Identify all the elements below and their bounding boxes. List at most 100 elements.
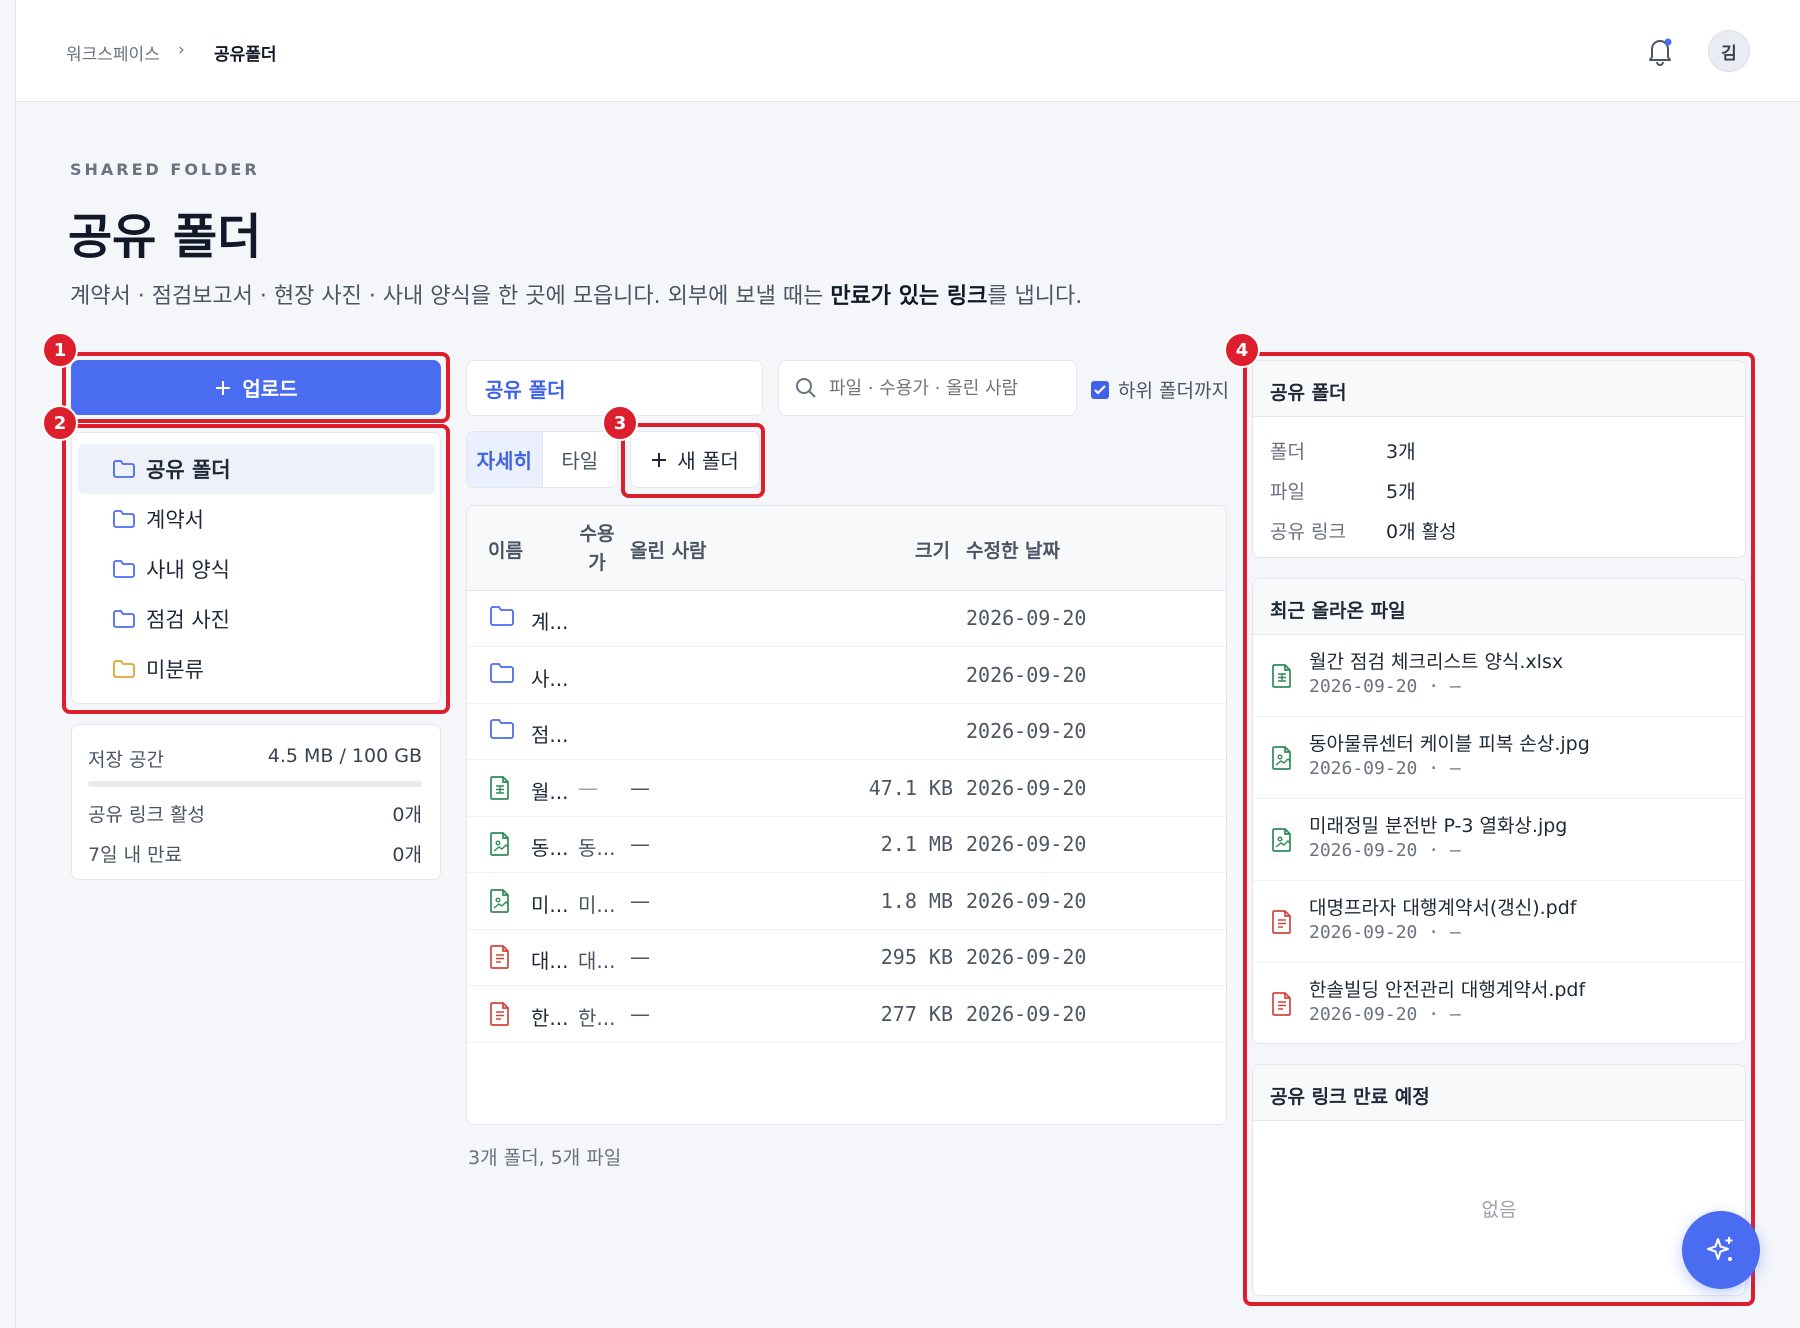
recent-file-item[interactable]: 미래정밀 분전반 P-3 열화상.jpg 2026-09-20 · — xyxy=(1253,799,1745,881)
new-folder-button[interactable]: 새 폴더 xyxy=(630,431,760,488)
include-subfolders-label: 하위 폴더까지 xyxy=(1118,380,1229,402)
new-folder-label: 새 폴더 xyxy=(677,449,739,473)
row-client: 대... xyxy=(578,949,616,973)
active-links-row: 공유 링크 활성 0개 xyxy=(88,800,422,827)
plus-icon xyxy=(216,380,231,395)
view-tile-tab[interactable]: 타일 xyxy=(543,432,618,487)
row-date: 2026-09-20 xyxy=(966,888,1087,913)
folder-icon xyxy=(113,660,135,678)
recent-file-item[interactable]: 한솔빌딩 안전관리 대행계약서.pdf 2026-09-20 · — xyxy=(1253,963,1745,1043)
recent-file-meta: 2026-09-20 · — xyxy=(1309,840,1461,861)
recent-files-title: 최근 올라온 파일 xyxy=(1253,579,1745,635)
row-name: 사... xyxy=(531,666,569,691)
row-date: 2026-09-20 xyxy=(966,662,1087,687)
recent-file-item[interactable]: 동아물류센터 케이블 피복 손상.jpg 2026-09-20 · — xyxy=(1253,717,1745,799)
row-date: 2026-09-20 xyxy=(966,606,1087,630)
breadcrumb-separator: › xyxy=(178,40,185,60)
row-uploader: — xyxy=(630,1001,650,1026)
checkbox-checked-icon[interactable] xyxy=(1090,380,1110,400)
folder-item-photos[interactable]: 점검 사진 xyxy=(78,594,435,644)
table-row[interactable]: 월... — — 47.1 KB 2026-09-20 xyxy=(467,761,1226,817)
folder-info-title: 공유 폴더 xyxy=(1253,361,1745,417)
table-row[interactable]: 한... 한... — 277 KB 2026-09-20 xyxy=(467,987,1226,1043)
folder-item-unsorted[interactable]: 미분류 xyxy=(78,644,435,694)
row-uploader: — xyxy=(630,775,650,800)
column-header-size[interactable]: 크기 xyxy=(915,536,950,563)
storage-row: 저장 공간 4.5 MB / 100 GB xyxy=(88,745,422,772)
view-toggle: 자세히 타일 xyxy=(466,431,618,488)
pdf-file-icon xyxy=(1272,992,1291,1016)
table-header: 이름 수용가 올린 사람 크기 수정한 날짜 xyxy=(467,506,1226,591)
recent-file-item[interactable]: 대명프라자 대행계약서(갱신).pdf 2026-09-20 · — xyxy=(1253,881,1745,963)
table-row[interactable]: 계... 2026-09-20 xyxy=(467,591,1226,647)
table-row[interactable]: 동... 동... — 2.1 MB 2026-09-20 xyxy=(467,817,1226,873)
row-size: 1.8 MB xyxy=(880,888,953,913)
column-header-client[interactable]: 수용가 xyxy=(578,520,616,578)
image-file-icon xyxy=(490,888,509,913)
row-uploader: — xyxy=(630,832,650,856)
table-row[interactable]: 사... 2026-09-20 xyxy=(467,648,1226,704)
recent-file-name: 한솔빌딩 안전관리 대행계약서.pdf xyxy=(1309,979,1586,1001)
page-title: 공유 폴더 xyxy=(68,209,262,265)
annotation-badge-4: 4 xyxy=(1224,332,1260,368)
expiring-links-card: 공유 링크 만료 예정 없음 xyxy=(1252,1064,1746,1296)
sparkle-icon xyxy=(1707,1237,1733,1261)
expiring-value: 0개 xyxy=(392,844,422,866)
description-bold: 만료가 있는 링크 xyxy=(830,284,988,309)
image-file-icon xyxy=(1272,828,1291,852)
search-field[interactable] xyxy=(778,360,1077,416)
table-row[interactable]: 미... 미... — 1.8 MB 2026-09-20 xyxy=(467,874,1226,930)
page-eyebrow: SHARED FOLDER xyxy=(70,160,260,179)
include-subfolders-toggle[interactable]: 하위 폴더까지 xyxy=(1090,376,1229,403)
recent-file-item[interactable]: 월간 점검 체크리스트 양식.xlsx 2026-09-20 · — xyxy=(1253,635,1745,717)
row-size: 47.1 KB xyxy=(868,775,953,800)
row-name: 점... xyxy=(531,723,569,747)
breadcrumb-current: 공유폴더 xyxy=(214,45,277,65)
row-uploader: — xyxy=(630,888,650,913)
recent-file-name: 동아물류센터 케이블 피복 손상.jpg xyxy=(1309,733,1590,755)
row-date: 2026-09-20 xyxy=(966,1001,1087,1026)
folder-item-forms[interactable]: 사내 양식 xyxy=(78,544,435,594)
folder-icon xyxy=(490,719,514,739)
folder-label: 미분류 xyxy=(146,658,204,682)
folder-info-card: 공유 폴더 폴더 3개 파일 5개 공유 링크 0개 활성 xyxy=(1252,360,1746,558)
column-header-name[interactable]: 이름 xyxy=(488,536,523,563)
upload-button[interactable]: 업로드 xyxy=(71,360,441,415)
row-client: 미... xyxy=(578,892,616,917)
image-file-icon xyxy=(490,832,509,856)
storage-label: 저장 공간 xyxy=(88,749,164,771)
ai-assistant-button[interactable] xyxy=(1682,1211,1760,1289)
notification-bell-icon[interactable] xyxy=(1643,34,1677,68)
row-name: 한... xyxy=(531,1005,569,1030)
expiring-label: 7일 내 만료 xyxy=(88,844,183,866)
folder-item-contracts[interactable]: 계약서 xyxy=(78,494,435,544)
table-row[interactable]: 점... 2026-09-20 xyxy=(467,704,1226,760)
pdf-file-icon xyxy=(490,1001,509,1026)
user-avatar[interactable]: 김 xyxy=(1708,30,1750,72)
breadcrumb-root[interactable]: 워크스페이스 xyxy=(66,40,160,65)
folder-label: 공유 폴더 xyxy=(146,458,231,482)
column-header-modified[interactable]: 수정한 날짜 xyxy=(966,536,1060,563)
folder-icon xyxy=(490,606,514,626)
info-label: 파일 xyxy=(1270,481,1305,503)
row-client: — xyxy=(578,775,598,800)
upload-label: 업로드 xyxy=(242,377,298,401)
table-row[interactable]: 대... 대... — 295 KB 2026-09-20 xyxy=(467,930,1226,986)
spreadsheet-file-icon xyxy=(490,775,509,800)
info-label: 폴더 xyxy=(1270,441,1305,463)
storage-progress-bar xyxy=(88,781,422,787)
active-links-label: 공유 링크 활성 xyxy=(88,804,205,826)
folder-icon xyxy=(113,510,135,528)
image-file-icon xyxy=(1272,746,1291,770)
search-input[interactable] xyxy=(829,377,1059,399)
row-name: 월... xyxy=(531,779,569,804)
recent-file-name: 미래정밀 분전반 P-3 열화상.jpg xyxy=(1309,815,1568,837)
folder-item-shared[interactable]: 공유 폴더 xyxy=(78,444,435,494)
folder-label: 계약서 xyxy=(146,508,204,532)
info-row-files: 파일 5개 xyxy=(1270,477,1416,504)
description-text: 계약서 · 점검보고서 · 현장 사진 · 사내 양식을 한 곳에 모읍니다. … xyxy=(70,284,831,309)
recent-file-meta: 2026-09-20 · — xyxy=(1309,1004,1461,1025)
column-header-uploader[interactable]: 올린 사람 xyxy=(630,536,707,563)
view-detail-tab[interactable]: 자세히 xyxy=(467,432,543,487)
row-name: 동... xyxy=(531,836,569,860)
